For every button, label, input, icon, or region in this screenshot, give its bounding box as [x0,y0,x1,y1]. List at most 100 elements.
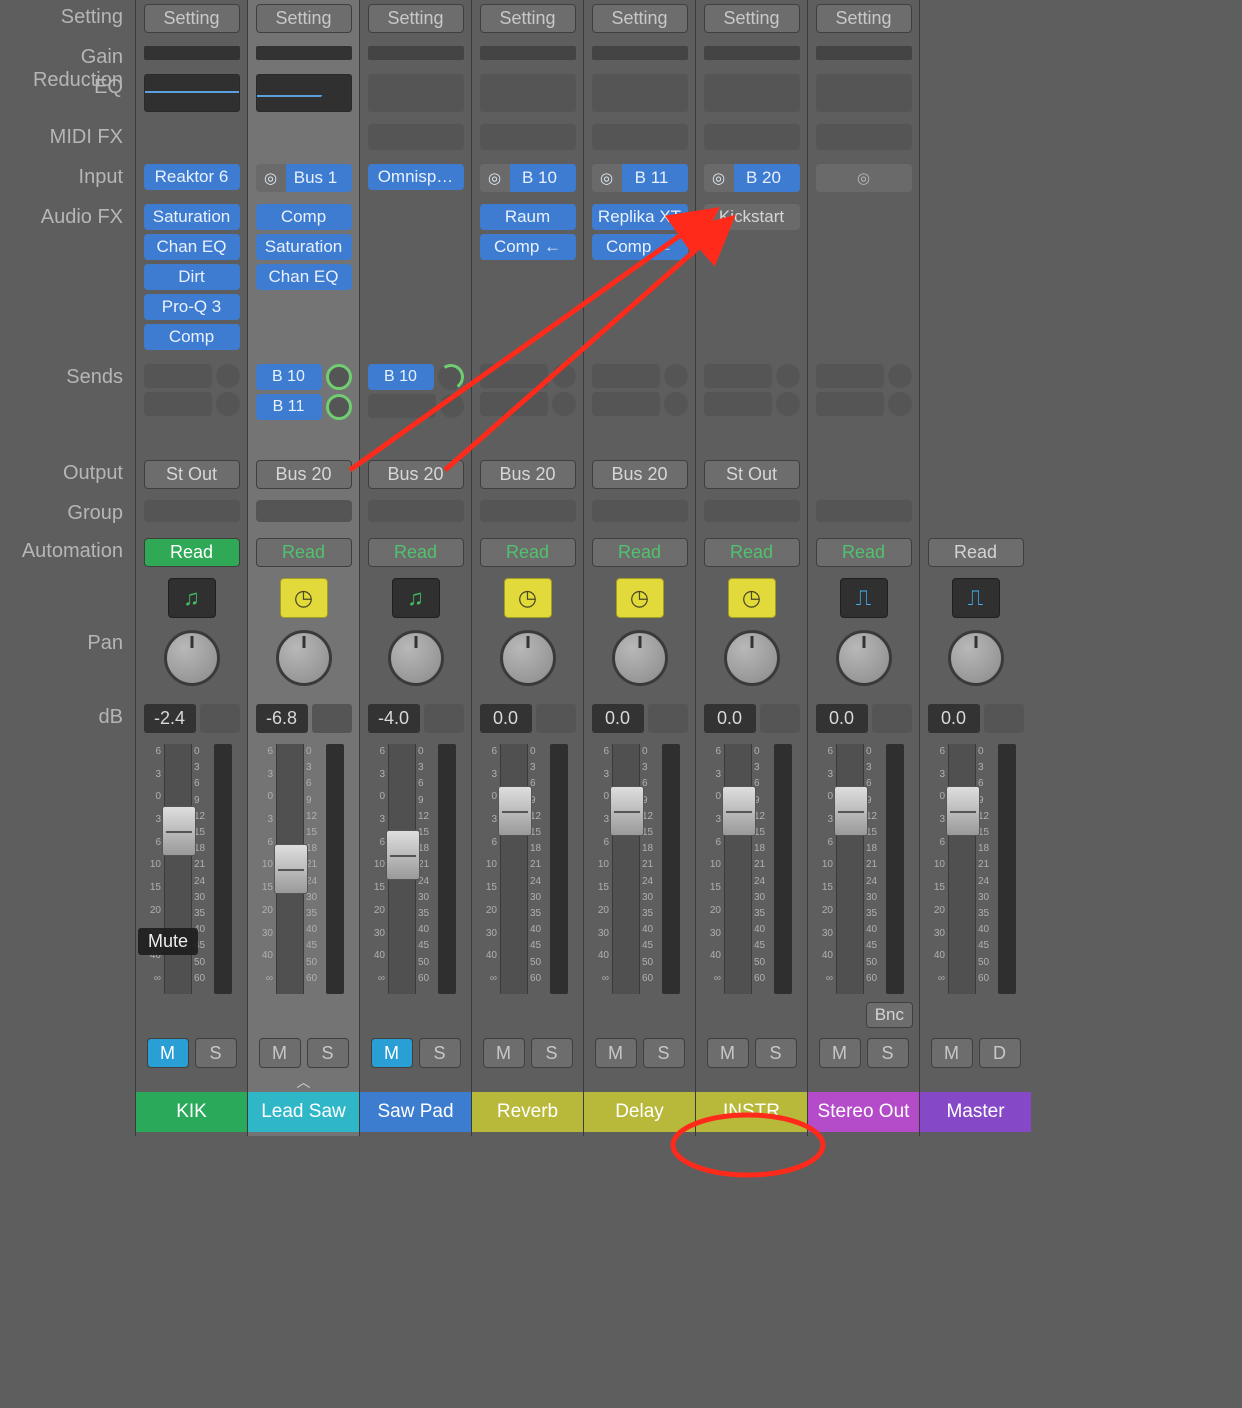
audio-fx-plugin[interactable]: Dirt [144,264,240,290]
dim-button[interactable]: D [979,1038,1021,1068]
eq-slot-empty[interactable] [368,74,464,112]
output-slot[interactable]: Bus 20 [368,460,464,489]
track-name[interactable]: Stereo Out [808,1092,919,1132]
audio-fx-plugin[interactable]: Chan EQ [144,234,240,260]
track-name[interactable]: Saw Pad [360,1092,471,1132]
eq-slot-empty[interactable] [592,74,688,112]
setting-button[interactable]: Setting [144,4,240,33]
audio-fx-plugin[interactable]: Kickstart [704,204,800,230]
send-slot-empty[interactable] [144,364,240,388]
db-peak[interactable] [200,704,240,733]
group-slot[interactable] [592,500,688,522]
group-slot[interactable] [816,500,912,522]
setting-button[interactable]: Setting [256,4,352,33]
send-slot-empty[interactable] [816,392,912,416]
send-knob[interactable] [326,364,352,390]
solo-button[interactable]: S [419,1038,461,1068]
track-name[interactable]: KIK [136,1092,247,1132]
output-slot[interactable]: Bus 20 [592,460,688,489]
track-name[interactable]: Delay [584,1092,695,1132]
automation-mode[interactable]: Read [704,538,800,567]
pan-knob[interactable] [164,630,220,686]
mute-button[interactable]: M [931,1038,973,1068]
track-type-icon[interactable]: ◷ [728,578,776,618]
bnc-button[interactable]: Bnc [866,1002,913,1028]
mute-button[interactable]: M [595,1038,637,1068]
send-slot-empty[interactable] [704,392,800,416]
db-value[interactable]: -6.8 [256,704,308,733]
send-slot-empty[interactable] [144,392,240,416]
midi-fx-slot[interactable] [368,124,464,150]
mute-button[interactable]: M [483,1038,525,1068]
mute-button[interactable]: M [259,1038,301,1068]
fader-cap[interactable] [386,830,420,880]
send-knob[interactable] [435,362,465,392]
input-slot[interactable]: ◎Bus 1 [256,164,352,192]
track-name[interactable]: Reverb [472,1092,583,1132]
send-slot-empty[interactable] [704,364,800,388]
audio-fx-plugin[interactable]: Replika XT [592,204,688,230]
track-type-icon[interactable]: ◷ [504,578,552,618]
pan-knob[interactable] [948,630,1004,686]
input-slot[interactable]: Reaktor 6 [144,164,240,190]
fader-cap[interactable] [610,786,644,836]
fader-track[interactable] [276,744,304,994]
automation-mode[interactable]: Read [928,538,1024,567]
output-slot[interactable]: Bus 20 [256,460,352,489]
solo-button[interactable]: S [643,1038,685,1068]
group-slot[interactable] [256,500,352,522]
automation-mode[interactable]: Read [256,538,352,567]
fader-cap[interactable] [946,786,980,836]
fader-cap[interactable] [722,786,756,836]
mute-button[interactable]: M [707,1038,749,1068]
pan-knob[interactable] [724,630,780,686]
setting-button[interactable]: Setting [592,4,688,33]
track-type-icon[interactable]: ◷ [280,578,328,618]
send-slot[interactable]: B 11 [256,394,352,420]
eq-slot-empty[interactable] [816,74,912,112]
expand-icon[interactable]: ︿ [254,1072,353,1092]
setting-button[interactable]: Setting [480,4,576,33]
automation-mode[interactable]: Read [368,538,464,567]
send-slot[interactable]: B 10 [368,364,464,390]
midi-fx-slot[interactable] [592,124,688,150]
send-slot-empty[interactable] [592,364,688,388]
output-slot[interactable]: St Out [144,460,240,489]
audio-fx-plugin[interactable]: Saturation [144,204,240,230]
input-slot[interactable]: ◎ [816,164,912,192]
send-slot-empty[interactable] [480,364,576,388]
track-name[interactable]: Master [920,1092,1031,1132]
db-value[interactable]: 0.0 [816,704,868,733]
fader-cap[interactable] [274,844,308,894]
db-peak[interactable] [760,704,800,733]
solo-button[interactable]: S [867,1038,909,1068]
automation-mode[interactable]: Read [592,538,688,567]
send-slot-empty[interactable] [368,394,464,418]
audio-fx-plugin[interactable]: Saturation [256,234,352,260]
send-slot-empty[interactable] [480,392,576,416]
solo-button[interactable]: S [755,1038,797,1068]
midi-fx-slot[interactable] [480,124,576,150]
send-slot-empty[interactable] [592,392,688,416]
fader-cap[interactable] [498,786,532,836]
db-peak[interactable] [536,704,576,733]
fader-cap[interactable] [834,786,868,836]
group-slot[interactable] [144,500,240,522]
setting-button[interactable]: Setting [816,4,912,33]
send-knob[interactable] [326,394,352,420]
db-value[interactable]: 0.0 [704,704,756,733]
output-slot[interactable]: Bus 20 [480,460,576,489]
db-value[interactable]: 0.0 [928,704,980,733]
input-slot[interactable]: ◎B 20 [704,164,800,192]
audio-fx-plugin[interactable]: Comp ← [480,234,576,260]
db-value[interactable]: 0.0 [592,704,644,733]
solo-button[interactable]: S [531,1038,573,1068]
group-slot[interactable] [704,500,800,522]
automation-mode[interactable]: Read [144,538,240,567]
solo-button[interactable]: S [195,1038,237,1068]
eq-slot-empty[interactable] [480,74,576,112]
midi-fx-slot[interactable] [704,124,800,150]
db-peak[interactable] [648,704,688,733]
send-slot-empty[interactable] [816,364,912,388]
mute-button[interactable]: M [819,1038,861,1068]
